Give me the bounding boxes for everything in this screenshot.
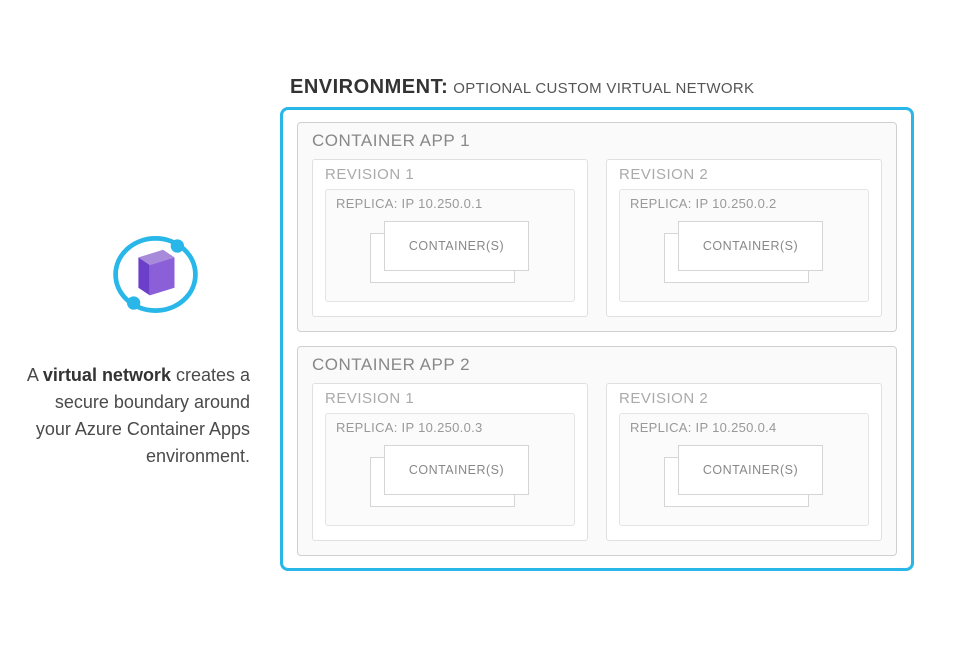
revision-box: REVISION 2 REPLICA: IP 10.250.0.2 CONTAI… bbox=[606, 159, 882, 317]
replica-label: REPLICA: IP 10.250.0.3 bbox=[336, 420, 564, 435]
container-app-1-title: CONTAINER APP 1 bbox=[312, 131, 882, 151]
container-box-front: CONTAINER(S) bbox=[384, 221, 529, 271]
environment-box: CONTAINER APP 1 REVISION 1 REPLICA: IP 1… bbox=[280, 107, 914, 571]
revision-title: REVISION 1 bbox=[325, 166, 575, 183]
vnet-icon bbox=[108, 227, 203, 327]
container-app-2-revisions: REVISION 1 REPLICA: IP 10.250.0.3 CONTAI… bbox=[312, 383, 882, 541]
container-app-2: CONTAINER APP 2 REVISION 1 REPLICA: IP 1… bbox=[297, 346, 897, 556]
replica-box: REPLICA: IP 10.250.0.1 CONTAINER(S) bbox=[325, 189, 575, 302]
environment-label: ENVIRONMENT: bbox=[290, 76, 448, 98]
revision-title: REVISION 1 bbox=[325, 390, 575, 407]
revision-box: REVISION 2 REPLICA: IP 10.250.0.4 CONTAI… bbox=[606, 383, 882, 541]
container-box-front: CONTAINER(S) bbox=[384, 445, 529, 495]
environment-subtitle: OPTIONAL CUSTOM VIRTUAL NETWORK bbox=[453, 80, 754, 97]
containers-stack: CONTAINER(S) bbox=[664, 221, 824, 283]
containers-stack: CONTAINER(S) bbox=[370, 445, 530, 507]
environment-title: ENVIRONMENT: OPTIONAL CUSTOM VIRTUAL NET… bbox=[280, 76, 914, 99]
container-app-1-revisions: REVISION 1 REPLICA: IP 10.250.0.1 CONTAI… bbox=[312, 159, 882, 317]
replica-box: REPLICA: IP 10.250.0.4 CONTAINER(S) bbox=[619, 413, 869, 526]
containers-stack: CONTAINER(S) bbox=[370, 221, 530, 283]
containers-stack: CONTAINER(S) bbox=[664, 445, 824, 507]
revision-title: REVISION 2 bbox=[619, 390, 869, 407]
revision-box: REVISION 1 REPLICA: IP 10.250.0.1 CONTAI… bbox=[312, 159, 588, 317]
replica-box: REPLICA: IP 10.250.0.2 CONTAINER(S) bbox=[619, 189, 869, 302]
container-app-2-title: CONTAINER APP 2 bbox=[312, 355, 882, 375]
caption-bold: virtual network bbox=[43, 365, 171, 385]
caption-text: A virtual network creates a secure bound… bbox=[20, 362, 250, 470]
sidebar: A virtual network creates a secure bound… bbox=[20, 177, 280, 470]
revision-box: REVISION 1 REPLICA: IP 10.250.0.3 CONTAI… bbox=[312, 383, 588, 541]
container-box-front: CONTAINER(S) bbox=[678, 445, 823, 495]
caption-prefix: A bbox=[27, 365, 43, 385]
container-app-1: CONTAINER APP 1 REVISION 1 REPLICA: IP 1… bbox=[297, 122, 897, 332]
revision-title: REVISION 2 bbox=[619, 166, 869, 183]
replica-box: REPLICA: IP 10.250.0.3 CONTAINER(S) bbox=[325, 413, 575, 526]
replica-label: REPLICA: IP 10.250.0.1 bbox=[336, 196, 564, 211]
container-box-front: CONTAINER(S) bbox=[678, 221, 823, 271]
replica-label: REPLICA: IP 10.250.0.2 bbox=[630, 196, 858, 211]
main-diagram: ENVIRONMENT: OPTIONAL CUSTOM VIRTUAL NET… bbox=[280, 76, 914, 571]
replica-label: REPLICA: IP 10.250.0.4 bbox=[630, 420, 858, 435]
